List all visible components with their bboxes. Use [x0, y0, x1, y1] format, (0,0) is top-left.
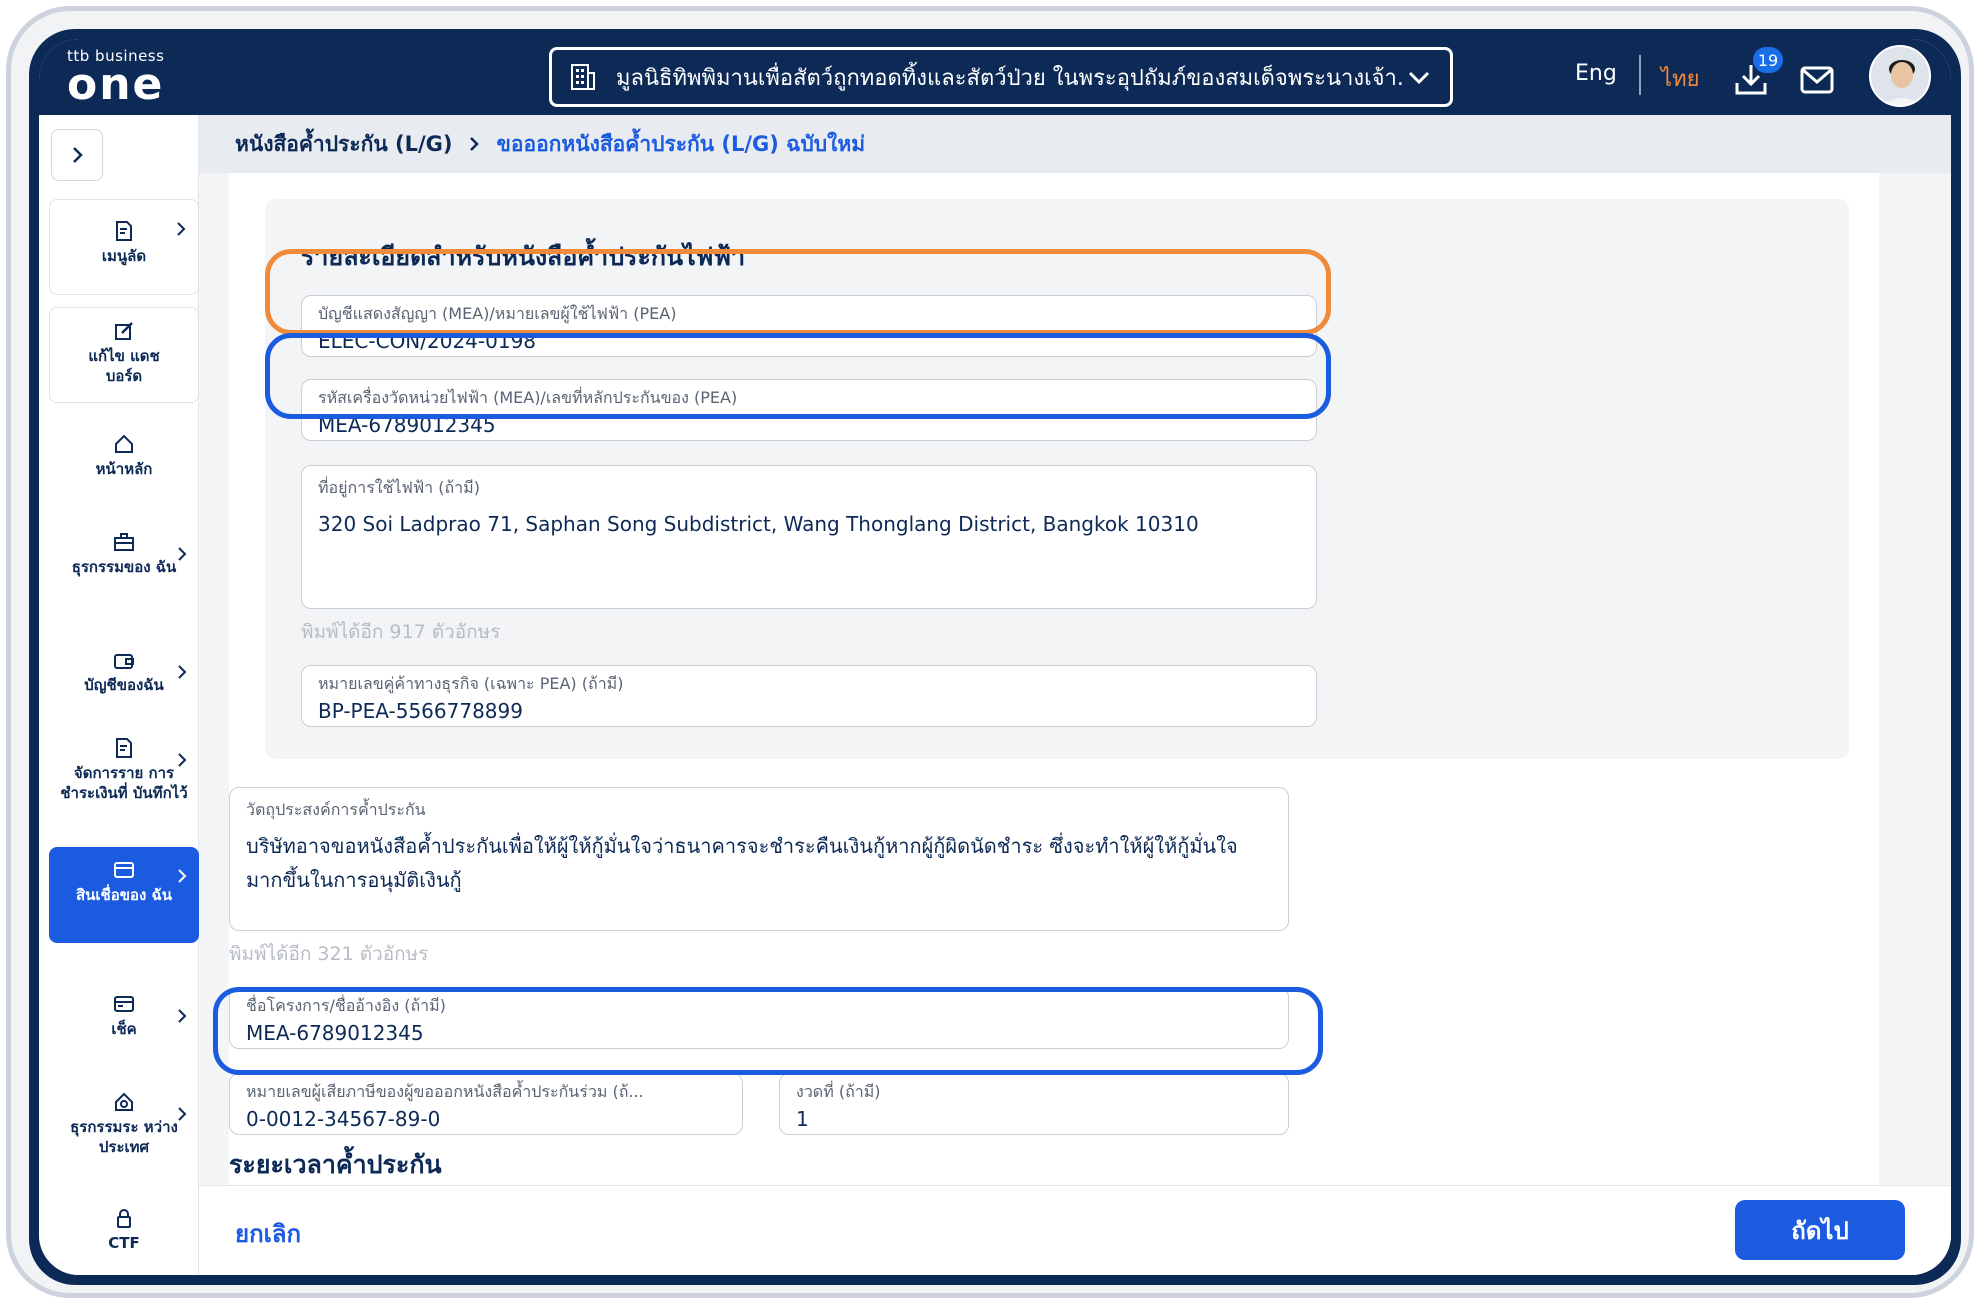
chevron-right-icon [73, 147, 83, 163]
sidebar-item-ctf[interactable]: CTF [49, 1201, 199, 1261]
edit-icon [115, 322, 133, 340]
field-label: วัตถุประสงค์การค้ำประกัน [246, 800, 426, 819]
chevron-right-icon [178, 665, 187, 679]
chevron-right-icon [177, 222, 186, 236]
building-icon [571, 64, 595, 90]
guarantee-period-title: ระยะเวลาค้ำประกัน [229, 1150, 442, 1179]
sidebar-item-label: บัญชีของฉัน [84, 676, 164, 694]
sidebar-item-my-accounts[interactable]: บัญชีของฉัน [49, 643, 199, 703]
breadcrumb-parent[interactable]: หนังสือค้ำประกัน (L/G) [235, 128, 452, 161]
cancel-button[interactable]: ยกเลิก [235, 1214, 301, 1253]
language-english[interactable]: Eng [1575, 61, 1617, 86]
address-char-counter: พิมพ์ได้อีก 917 ตัวอักษร [301, 621, 501, 643]
mail-icon[interactable] [1799, 65, 1835, 95]
highlight-project-field [213, 987, 1323, 1075]
cheque-icon [114, 996, 134, 1012]
field-value: BP-PEA-5566778899 [318, 699, 523, 723]
field-label: หมายเลขผู้เสียภาษีของผู้ขอออกหนังสือค้ำป… [246, 1082, 644, 1101]
breadcrumb-current: ขอออกหนังสือค้ำประกัน (L/G) ฉบับใหม่ [496, 131, 866, 156]
co-applicant-tax-id-field[interactable]: หมายเลขผู้เสียภาษีของผู้ขอออกหนังสือค้ำป… [229, 1073, 743, 1135]
next-button[interactable]: ถัดไป [1735, 1200, 1905, 1260]
chevron-right-icon [178, 1107, 187, 1121]
highlight-meter-field [265, 333, 1331, 419]
sidebar-item-home[interactable]: หน้าหลัก [49, 427, 199, 487]
briefcase-icon [114, 533, 134, 551]
breadcrumb: หนังสือค้ำประกัน (L/G) ขอออกหนังสือค้ำปร… [199, 115, 1951, 173]
chevron-right-icon [178, 547, 187, 561]
footer-bar: ยกเลิก ถัดไป [199, 1185, 1951, 1275]
guarantee-purpose-field[interactable]: วัตถุประสงค์การค้ำประกัน บริษัทอาจขอหนัง… [229, 787, 1289, 931]
sidebar-item-label: CTF [108, 1234, 140, 1252]
avatar-icon [1871, 47, 1929, 105]
global-icon [115, 1092, 133, 1111]
field-label: งวดที่ (ถ้ามี) [796, 1082, 881, 1101]
brand-logo[interactable]: ttb business one [67, 47, 165, 110]
document-icon [116, 738, 132, 758]
sidebar-item-cheque[interactable]: เช็ค [49, 987, 199, 1047]
sidebar-item-shortcut-menu[interactable]: เมนูลัด [49, 199, 199, 295]
usage-address-field[interactable]: ที่อยู่การใช้ไฟฟ้า (ถ้ามี) 320 Soi Ladpr… [301, 465, 1317, 609]
language-thai[interactable]: ไทย [1661, 61, 1699, 96]
sidebar-item-my-loans[interactable]: สินเชื่อของ ฉัน [49, 847, 199, 943]
highlight-contract-field [265, 249, 1331, 335]
organization-select[interactable]: มูลนิธิทิพพิมานเพื่อสัตว์ถูกทอดทิ้งและสั… [549, 47, 1453, 107]
field-value: บริษัทอาจขอหนังสือค้ำประกันเพื่อให้ผู้ให… [246, 834, 1238, 892]
sidebar-item-label: สินเชื่อของ ฉัน [75, 886, 172, 904]
sidebar-item-label: หน้าหลัก [95, 460, 153, 478]
top-bar: ttb business one มูลนิธิทิพพิมานเพื่อสัต… [39, 39, 1951, 115]
card-icon [114, 862, 134, 878]
chevron-right-icon [470, 137, 480, 151]
sidebar-toggle-button[interactable] [51, 129, 103, 181]
chevron-right-icon [178, 1009, 187, 1023]
sidebar-item-label: แก้ไข แดชบอร์ด [88, 347, 160, 385]
sidebar: เมนูลัด แก้ไข แดชบอร์ด หน้าหลัก ธุรกรรมข… [39, 115, 199, 1275]
installment-field[interactable]: งวดที่ (ถ้ามี) 1 [779, 1073, 1289, 1135]
field-label: ที่อยู่การใช้ไฟฟ้า (ถ้ามี) [318, 478, 480, 497]
sidebar-item-label: ธุรกรรมระ หว่างประเทศ [70, 1118, 178, 1156]
field-value: 0-0012-34567-89-0 [246, 1107, 441, 1131]
sidebar-item-label: เช็ค [111, 1020, 137, 1038]
document-icon [116, 221, 132, 241]
user-avatar[interactable] [1869, 45, 1931, 107]
lock-icon [117, 1209, 131, 1228]
field-value: 1 [796, 1107, 809, 1131]
app: ttb business one มูลนิธิทิพพิมานเพื่อสัต… [39, 39, 1951, 1275]
purpose-char-counter: พิมพ์ได้อีก 321 ตัวอักษร [229, 943, 429, 965]
home-icon [115, 434, 133, 453]
field-value: 320 Soi Ladprao 71, Saphan Song Subdistr… [318, 512, 1199, 536]
screen: ttb business one มูลนิธิทิพพิมานเพื่อสัต… [29, 29, 1961, 1285]
sidebar-item-saved-payments[interactable]: จัดการราย การชำระเงินที่ บันทึกไว้ [49, 731, 199, 831]
organization-name: มูลนิธิทิพพิมานเพื่อสัตว์ถูกทอดทิ้งและสั… [616, 65, 1406, 91]
field-label: หมายเลขคู่ค้าทางธุรกิจ (เฉพาะ PEA) (ถ้าม… [318, 674, 624, 693]
brand-big-text: one [67, 59, 165, 110]
chevron-right-icon [178, 753, 187, 767]
sidebar-item-edit-dashboard[interactable]: แก้ไข แดชบอร์ด [49, 307, 199, 403]
sidebar-item-my-transactions[interactable]: ธุรกรรมของ ฉัน [49, 525, 199, 605]
sidebar-item-label: จัดการราย การชำระเงินที่ บันทึกไว้ [60, 764, 188, 802]
wallet-icon [114, 654, 134, 669]
device-frame: ttb business one มูลนิธิทิพพิมานเพื่อสัต… [6, 6, 1974, 1298]
chevron-right-icon [178, 869, 187, 883]
language-divider [1639, 55, 1641, 95]
download-count-badge: 19 [1753, 47, 1783, 73]
sidebar-item-international[interactable]: ธุรกรรมระ หว่างประเทศ [49, 1085, 199, 1165]
main-area: หนังสือค้ำประกัน (L/G) ขอออกหนังสือค้ำปร… [199, 115, 1951, 1275]
chevron-down-icon [1408, 71, 1430, 85]
business-partner-field[interactable]: หมายเลขคู่ค้าทางธุรกิจ (เฉพาะ PEA) (ถ้าม… [301, 665, 1317, 727]
sidebar-item-label: เมนูลัด [101, 247, 147, 265]
